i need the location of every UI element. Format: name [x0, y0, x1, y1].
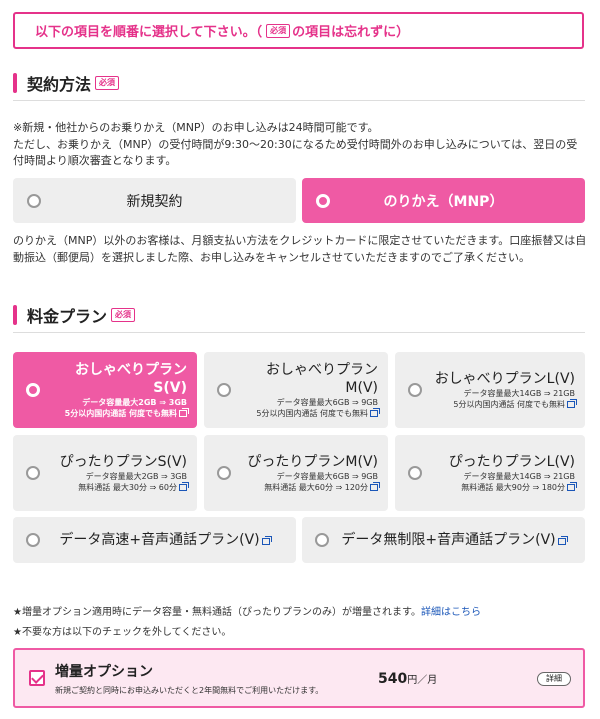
required-badge: 必須: [95, 76, 120, 90]
plan-name: おしゃべりプランM(V): [266, 362, 378, 396]
notice-text-after: の項目は忘れずに）: [292, 25, 410, 40]
radio-button[interactable]: [26, 533, 40, 547]
plan-name: ぴったりプランL(V): [448, 454, 575, 470]
instruction-notice: 以下の項目を順番に選択して下さい。（ 必須 の項目は忘れずに）: [13, 12, 584, 49]
radio-button-selected[interactable]: [316, 193, 330, 208]
required-badge: 必須: [266, 23, 291, 38]
details-link[interactable]: 詳細はこちら: [421, 607, 481, 618]
plan-data-capacity: データ容量最大6GB ⇒ 9GB: [276, 472, 378, 481]
contract-after-note: のりかえ（MNP）以外のお客様は、月額支払い方法をクレジットカードに限定させてい…: [13, 234, 587, 264]
section-divider: [13, 100, 585, 101]
plan-data-unlimited-voice[interactable]: データ無制限+音声通話プラン(V): [302, 517, 585, 563]
external-link-icon[interactable]: [370, 482, 380, 491]
external-link-icon[interactable]: [261, 536, 272, 545]
price-unit: 円／月: [407, 675, 438, 686]
option-label: のりかえ（MNP）: [383, 193, 504, 210]
radio-button-selected[interactable]: [26, 383, 40, 397]
plan-data-capacity: データ容量最大2GB ⇒ 3GB: [85, 472, 187, 481]
section-accent-bar: [13, 305, 17, 325]
external-link-icon[interactable]: [567, 399, 577, 408]
price-value: 540: [378, 671, 408, 687]
section-divider: [13, 332, 585, 333]
section-accent-bar: [13, 73, 17, 93]
plan-name: データ高速+音声通話プラン(V): [59, 532, 260, 548]
option-title: 増量オプション: [55, 664, 153, 680]
increase-option-checkbox[interactable]: [29, 670, 45, 686]
plan-name: ぴったりプランS(V): [59, 454, 187, 470]
plan-oshaberi-s[interactable]: おしゃべりプランS(V) データ容量最大2GB ⇒ 3GB 5分以内国内通話 何…: [13, 352, 197, 428]
option-mnp[interactable]: のりかえ（MNP）: [302, 178, 585, 223]
plan-call-info: 5分以内国内通話 何度でも無料: [64, 409, 177, 418]
plan-name: おしゃべりプランS(V): [75, 362, 187, 396]
required-badge: 必須: [111, 308, 136, 322]
plan-data-capacity: データ容量最大14GB ⇒ 21GB: [463, 472, 575, 481]
radio-button[interactable]: [408, 383, 422, 397]
external-link-icon[interactable]: [557, 536, 568, 545]
plan-data-capacity: データ容量最大14GB ⇒ 21GB: [463, 389, 575, 398]
option-label: 新規契約: [126, 193, 183, 210]
plan-call-info: 5分以内国内通話 何度でも無料: [453, 400, 565, 409]
contract-note-2: ただし、お乗りかえ（MNP）の受付時間が9:30〜20:30になるため受付時間外…: [13, 138, 578, 167]
radio-button[interactable]: [315, 533, 329, 547]
option-description: 新規ご契約と同時にお申込みいただくと2年間無料でご利用いただけます。: [55, 686, 324, 695]
plan-pittari-l[interactable]: ぴったりプランL(V) データ容量最大14GB ⇒ 21GB 無料通話 最大90…: [395, 435, 585, 511]
external-link-icon[interactable]: [567, 482, 577, 491]
plan-name: データ無制限+音声通話プラン(V): [341, 532, 556, 548]
external-link-icon[interactable]: [370, 408, 380, 417]
radio-button[interactable]: [217, 466, 231, 480]
detail-button[interactable]: 詳細: [537, 672, 571, 686]
radio-button[interactable]: [408, 466, 422, 480]
plan-data-highspeed-voice[interactable]: データ高速+音声通話プラン(V): [13, 517, 296, 563]
radio-button[interactable]: [27, 193, 41, 208]
plan-call-info: 無料通話 最大90分 ⇒ 180分: [461, 483, 565, 492]
contract-section-title: 契約方法: [27, 75, 92, 94]
contract-note-1: ※新規・他社からのお乗りかえ（MNP）のお申し込みは24時間可能です。: [13, 121, 379, 134]
plan-data-capacity: データ容量最大2GB ⇒ 3GB: [82, 398, 187, 407]
increase-option-box[interactable]: 増量オプション 新規ご契約と同時にお申込みいただくと2年間無料でご利用いただけま…: [13, 648, 585, 708]
plan-section-header: 料金プラン 必須: [13, 303, 136, 327]
plan-section-title: 料金プラン: [27, 307, 108, 326]
option-new-contract[interactable]: 新規契約: [13, 178, 296, 223]
external-link-icon[interactable]: [179, 408, 189, 417]
plan-call-info: 無料通話 最大30分 ⇒ 60分: [78, 483, 177, 492]
plan-name: おしゃべりプランL(V): [434, 371, 575, 387]
external-link-icon[interactable]: [179, 482, 189, 491]
plan-pittari-s[interactable]: ぴったりプランS(V) データ容量最大2GB ⇒ 3GB 無料通話 最大30分 …: [13, 435, 197, 511]
plan-oshaberi-m[interactable]: おしゃべりプランM(V) データ容量最大6GB ⇒ 9GB 5分以内国内通話 何…: [204, 352, 388, 428]
plan-oshaberi-l[interactable]: おしゃべりプランL(V) データ容量最大14GB ⇒ 21GB 5分以内国内通話…: [395, 352, 585, 428]
radio-button[interactable]: [217, 383, 231, 397]
option-price: 540円／月: [378, 671, 437, 687]
radio-button[interactable]: [26, 466, 40, 480]
contract-section-header: 契約方法 必須: [13, 71, 120, 95]
plan-data-capacity: データ容量最大6GB ⇒ 9GB: [276, 398, 378, 407]
plan-pittari-m[interactable]: ぴったりプランM(V) データ容量最大6GB ⇒ 9GB 無料通話 最大60分 …: [204, 435, 388, 511]
plan-call-info: 5分以内国内通話 何度でも無料: [256, 409, 368, 418]
plan-call-info: 無料通話 最大60分 ⇒ 120分: [264, 483, 368, 492]
plan-name: ぴったりプランM(V): [247, 454, 378, 470]
notice-text-before: 以下の項目を順番に選択して下さい。（: [35, 25, 263, 40]
increase-option-note: ★増量オプション適用時にデータ容量・無料通話（ぴったりプランのみ）が増量されます…: [13, 603, 481, 618]
uncheck-note: ★不要な方は以下のチェックを外してください。: [13, 627, 232, 638]
note-text: ★増量オプション適用時にデータ容量・無料通話（ぴったりプランのみ）が増量されます…: [13, 607, 421, 618]
